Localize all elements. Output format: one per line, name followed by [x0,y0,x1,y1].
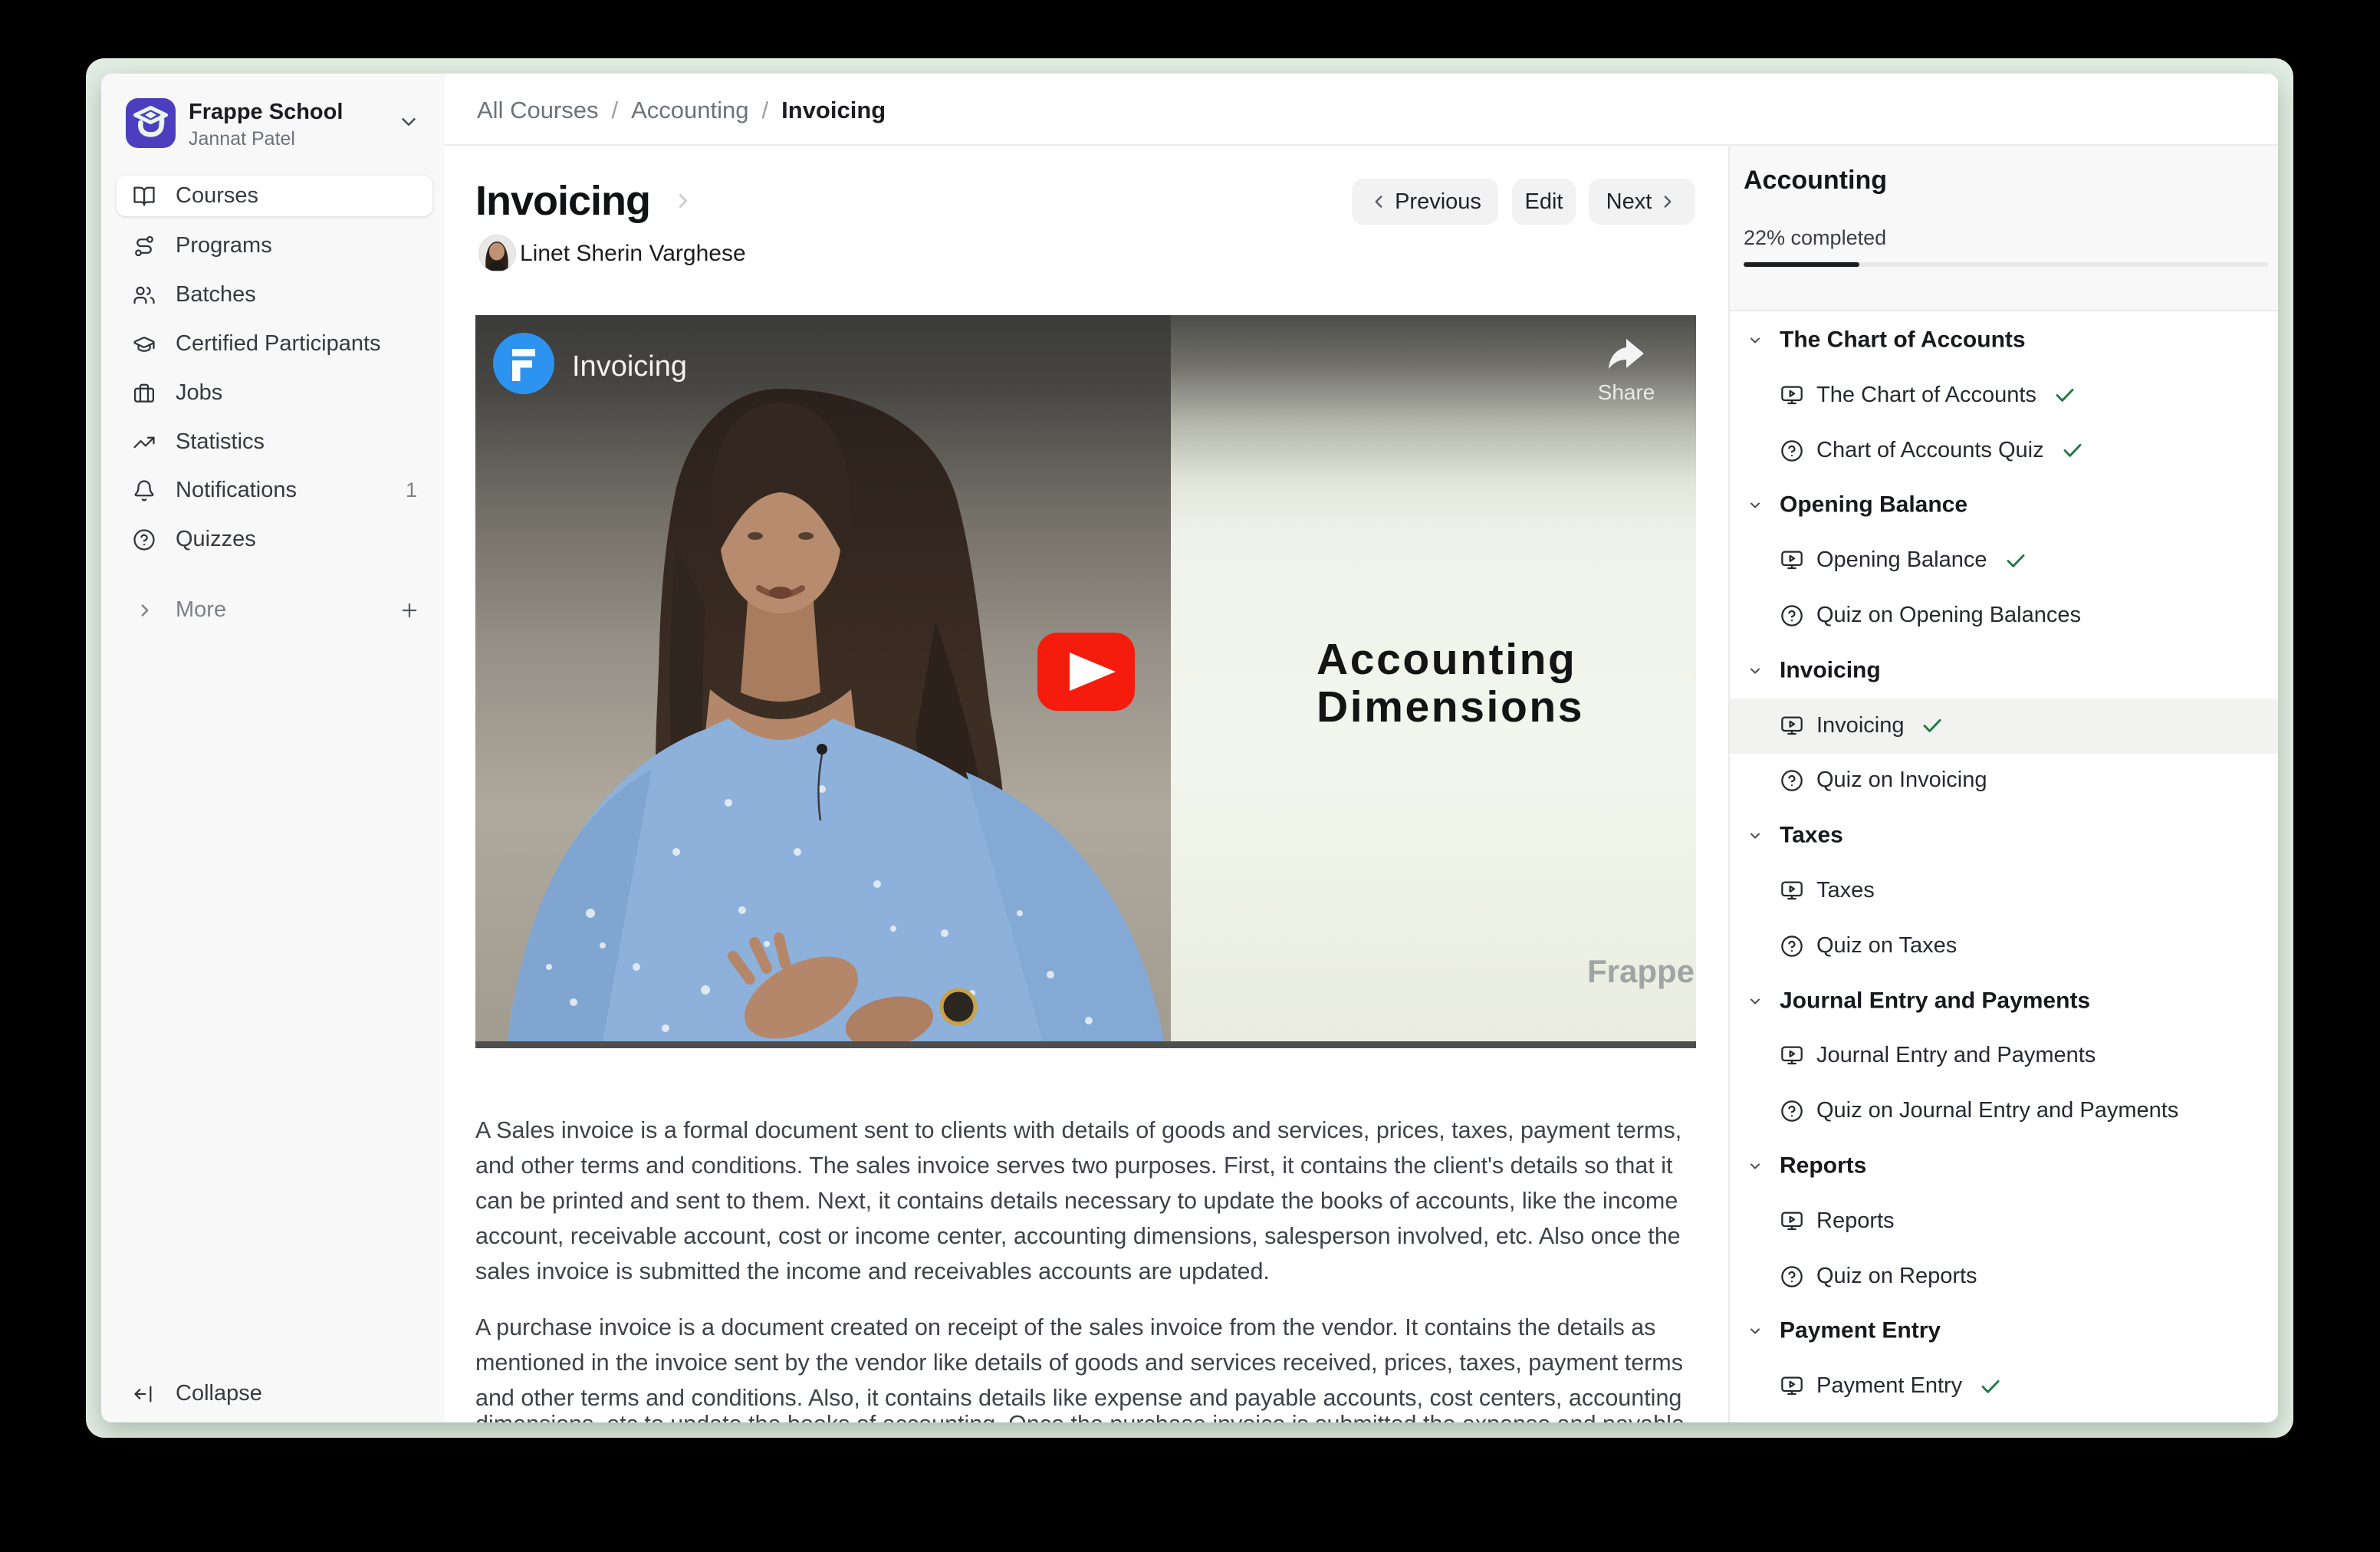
svg-text:Dimensions: Dimensions [1317,682,1584,732]
svg-text:Share: Share [1598,380,1655,404]
svg-text:Accounting: Accounting [1317,635,1576,684]
svg-text:Frappe: Frappe [1587,953,1695,989]
svg-text:Invoicing: Invoicing [572,350,687,383]
